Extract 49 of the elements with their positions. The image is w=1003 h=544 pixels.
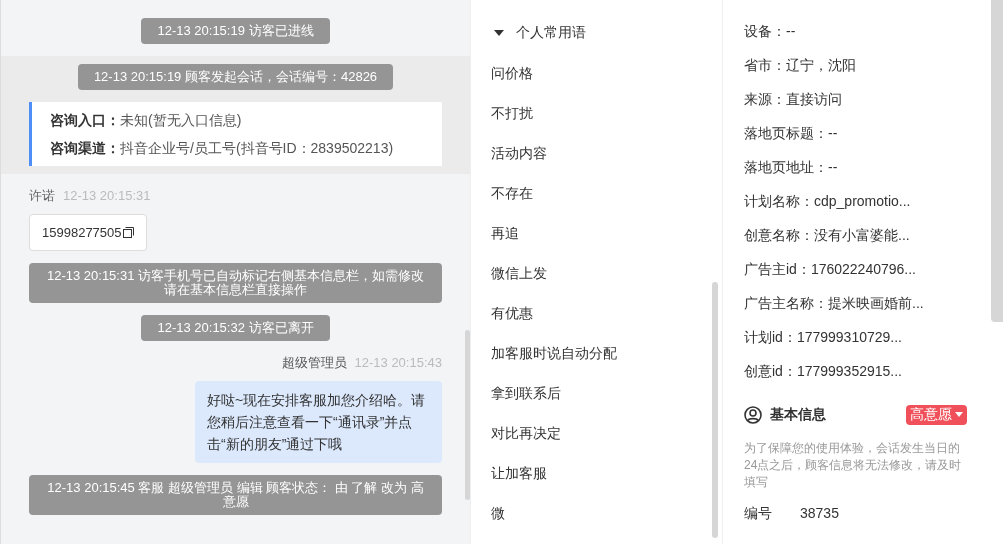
sender-name: 超级管理员 [281, 354, 347, 372]
phrase-item[interactable]: 有优惠 [491, 293, 722, 333]
sender-name: 许诺 [29, 187, 55, 205]
phrase-item[interactable]: 活动内容 [491, 133, 722, 173]
message-time: 12-13 20:15:31 [63, 187, 151, 205]
info-field: 广告主名称：提米映画婚前... [744, 292, 924, 314]
scrollbar[interactable] [991, 0, 1003, 322]
user-circle-icon [744, 405, 762, 424]
info-field: 省市：辽宁，沈阳 [744, 54, 856, 76]
phrase-item[interactable]: 加客服时说自动分配 [491, 333, 722, 373]
caret-icon [955, 412, 963, 417]
field-value: 38735 [800, 504, 839, 523]
phrase-item[interactable]: 微 [491, 493, 722, 533]
system-notice: 12-13 20:15:32 访客已离开 [141, 315, 330, 341]
message-text: 15998277505 [42, 223, 122, 242]
phrase-item[interactable]: 再追 [491, 213, 722, 253]
phrase-item[interactable]: 微信上发 [491, 253, 722, 293]
system-notice: 12-13 20:15:19 访客已进线 [141, 18, 330, 44]
group-title[interactable]: 个人常用语 [516, 22, 586, 43]
status-tag[interactable]: 高意愿 [906, 404, 967, 425]
info-field: 来源：直接访问 [744, 88, 842, 110]
phrase-item[interactable]: 让加客服 [491, 453, 722, 493]
message-bubble: 好哒~现在安排客服加您介绍哈。请您稍后注意查看一下“通讯录”并点击“新的朋友”通过下哦 [195, 380, 442, 463]
info-field: 落地页地址：-- [744, 156, 838, 178]
scrollbar[interactable] [712, 282, 718, 538]
section-title: 基本信息 [770, 405, 826, 424]
info-field: 设备：-- [744, 20, 796, 42]
scrollbar[interactable] [465, 330, 470, 500]
notice-text: 为了保障您的使用体验，会话发生当日的24点之后，顾客信息将无法修改，请及时填写 [744, 440, 962, 491]
phrase-item[interactable]: 对比再决定 [491, 413, 722, 453]
info-field: 计划id：177999310729... [744, 326, 902, 348]
caret-icon[interactable] [494, 29, 504, 36]
info-field: 落地页标题：-- [744, 122, 838, 144]
info-field: 计划名称：cdp_promotio... [744, 190, 911, 212]
message-time: 12-13 20:15:43 [354, 354, 442, 372]
field-label: 编号 [744, 504, 773, 523]
info-field: 创意id：177999352915... [744, 360, 902, 382]
phrase-item[interactable]: 不存在 [491, 173, 722, 213]
info-field: 广告主id：176022240796... [744, 258, 916, 280]
system-notice: 12-13 20:15:45 客服 超级管理员 编辑 顾客状态： 由 了解 改为 高意愿 [29, 474, 442, 515]
info-field: 创意名称：没有小富婆能... [744, 224, 910, 246]
info-line: 咨询渠道：抖音企业号/员工号(抖音号ID：2839502213) [50, 139, 395, 158]
system-notice: 12-13 20:15:31 访客手机号已自动标记右侧基本信息栏，如需修改请在基本信息栏直接操作 [29, 263, 442, 303]
phrase-item[interactable]: 拿到联系后 [491, 373, 722, 413]
phrase-item[interactable]: 不打扰 [491, 93, 722, 133]
system-notice: 12-13 20:15:19 顾客发起会话，会话编号：42826 [77, 64, 394, 90]
info-line: 咨询入口：未知(暂无入口信息) [50, 111, 243, 130]
phrase-item[interactable]: 问价格 [491, 53, 722, 93]
copy-icon[interactable] [122, 226, 134, 238]
